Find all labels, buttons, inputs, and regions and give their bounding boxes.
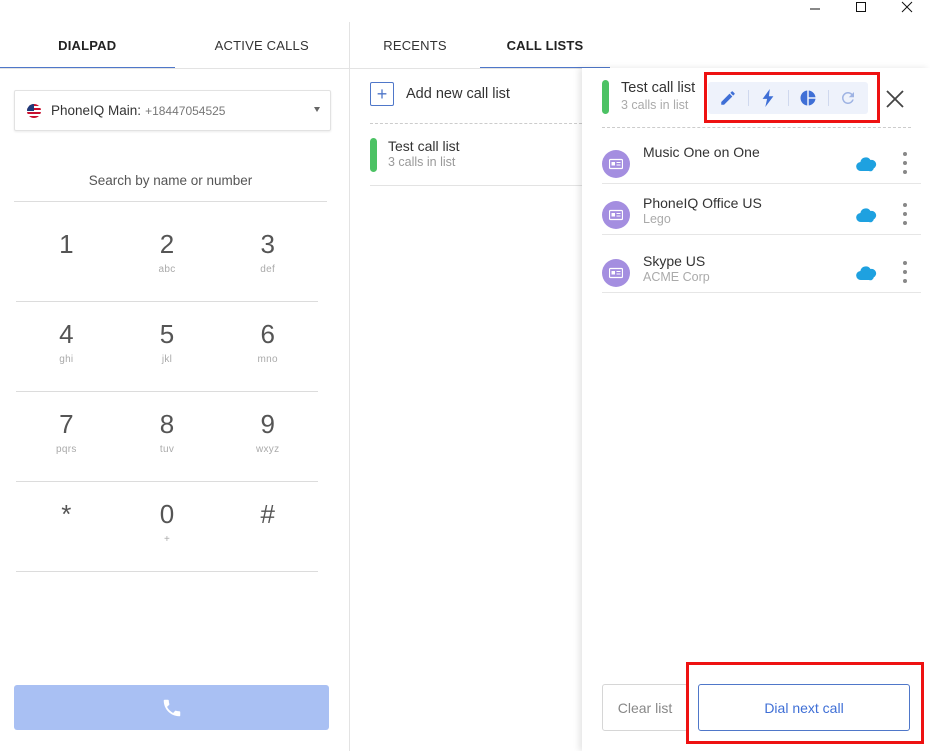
contact-name: Skype US [643, 253, 706, 269]
close-window-button[interactable] [884, 0, 930, 14]
maximize-button[interactable] [838, 0, 884, 14]
key-letters: def [260, 264, 276, 275]
drawer-header: Test call list 3 calls in list [602, 80, 695, 114]
key-2[interactable]: 2 abc [117, 212, 218, 301]
keypad: 1 2 abc 3 def 4 ghi 5 jkl 6 mno 7 pqrs 8 tuv 9 w… [16, 212, 318, 572]
divider [370, 123, 582, 124]
key-digit: 0 [159, 499, 175, 529]
clear-list-button[interactable]: Clear list [602, 684, 688, 731]
more-options-icon[interactable] [901, 261, 909, 283]
contact-row[interactable]: Music One on One [602, 134, 921, 184]
key-digit: 7 [59, 409, 74, 439]
chevron-down-icon [314, 107, 320, 112]
key-digit: * [61, 499, 72, 529]
highlight-box [686, 662, 924, 744]
call-list-item[interactable]: Test call list 3 calls in list [370, 138, 460, 172]
key-letters: mno [257, 354, 278, 365]
contact-card-icon [602, 201, 630, 229]
close-icon[interactable] [884, 88, 906, 110]
window-controls [792, 0, 930, 14]
tab-divider [0, 68, 349, 69]
key-0[interactable]: 0 + [117, 482, 218, 571]
contact-company: ACME Corp [643, 270, 710, 284]
key-9[interactable]: 9 wxyz [217, 392, 318, 481]
salesforce-cloud-icon[interactable] [856, 156, 878, 172]
main-tabs: RECENTS CALL LISTS [350, 22, 610, 69]
key-digit: 8 [159, 409, 175, 439]
line-selector[interactable]: PhoneIQ Main: +18447054525 [14, 90, 331, 131]
dialpad-panel: DIALPAD ACTIVE CALLS PhoneIQ Main: +1844… [0, 22, 349, 751]
key-letters: + [163, 534, 171, 545]
key-3[interactable]: 3 def [217, 212, 318, 301]
divider [602, 127, 911, 128]
close-icon [901, 1, 913, 13]
key-digit: 4 [59, 319, 74, 349]
salesforce-cloud-icon[interactable] [856, 207, 878, 223]
key-7[interactable]: 7 pqrs [16, 392, 117, 481]
key-5[interactable]: 5 jkl [117, 302, 218, 391]
more-options-icon[interactable] [901, 203, 909, 225]
keypad-row: 4 ghi 5 jkl 6 mno [16, 302, 318, 392]
key-digit: 2 [159, 229, 175, 259]
tab-active-calls[interactable]: ACTIVE CALLS [175, 22, 350, 69]
key-hash[interactable]: # [217, 482, 318, 571]
call-list-count: 3 calls in list [388, 155, 456, 169]
contact-card-icon [602, 259, 630, 287]
contact-name: PhoneIQ Office US [643, 195, 762, 211]
call-list-detail-drawer: Test call list 3 calls in list Music One… [582, 68, 930, 751]
left-tabs: DIALPAD ACTIVE CALLS [0, 22, 349, 69]
key-letters: wxyz [255, 444, 280, 455]
highlight-box [704, 72, 880, 123]
contact-name: Music One on One [643, 144, 760, 160]
list-color-bar [602, 80, 609, 114]
line-number: +18447054525 [145, 103, 226, 118]
plus-icon: + [370, 82, 394, 106]
tab-dialpad[interactable]: DIALPAD [0, 22, 175, 69]
contact-row[interactable]: Skype US ACME Corp [602, 243, 921, 293]
tab-recents[interactable]: RECENTS [350, 22, 480, 69]
keypad-row: 7 pqrs 8 tuv 9 wxyz [16, 392, 318, 482]
tab-call-lists[interactable]: CALL LISTS [480, 22, 610, 69]
line-name: PhoneIQ Main: [51, 103, 142, 118]
add-call-list-button[interactable]: + Add new call list [370, 82, 510, 106]
search-input[interactable]: Search by name or number [14, 168, 327, 202]
add-call-list-label: Add new call list [406, 86, 510, 102]
key-1[interactable]: 1 [16, 212, 117, 301]
drawer-subtitle: 3 calls in list [621, 98, 689, 112]
contact-row[interactable]: PhoneIQ Office US Lego [602, 185, 921, 235]
key-digit: 6 [260, 319, 275, 349]
key-digit: 1 [59, 229, 74, 259]
salesforce-cloud-icon[interactable] [856, 265, 878, 281]
drawer-title: Test call list [621, 80, 696, 96]
key-8[interactable]: 8 tuv [117, 392, 218, 481]
key-letters: pqrs [56, 444, 77, 455]
call-button[interactable] [14, 685, 329, 730]
contact-card-icon [602, 150, 630, 178]
list-color-bar [370, 138, 377, 172]
key-digit: 9 [260, 409, 275, 439]
keypad-row: 1 2 abc 3 def [16, 212, 318, 302]
minimize-button[interactable] [792, 0, 838, 14]
call-list-title: Test call list [388, 138, 460, 154]
key-letters: ghi [59, 354, 74, 365]
key-letters: abc [158, 264, 176, 275]
maximize-icon [856, 2, 866, 12]
key-6[interactable]: 6 mno [217, 302, 318, 391]
key-digit: 3 [260, 229, 275, 259]
phone-icon [163, 699, 180, 716]
key-digit: # [260, 499, 275, 529]
key-4[interactable]: 4 ghi [16, 302, 117, 391]
key-letters: jkl [161, 354, 173, 365]
contact-company: Lego [643, 212, 671, 226]
more-options-icon[interactable] [901, 152, 909, 174]
key-star[interactable]: * [16, 482, 117, 571]
keypad-row: * 0 + # [16, 482, 318, 572]
minimize-icon [810, 8, 820, 10]
key-letters: tuv [159, 444, 175, 455]
key-digit: 5 [159, 319, 175, 349]
divider [370, 185, 582, 186]
us-flag-icon [27, 103, 41, 118]
